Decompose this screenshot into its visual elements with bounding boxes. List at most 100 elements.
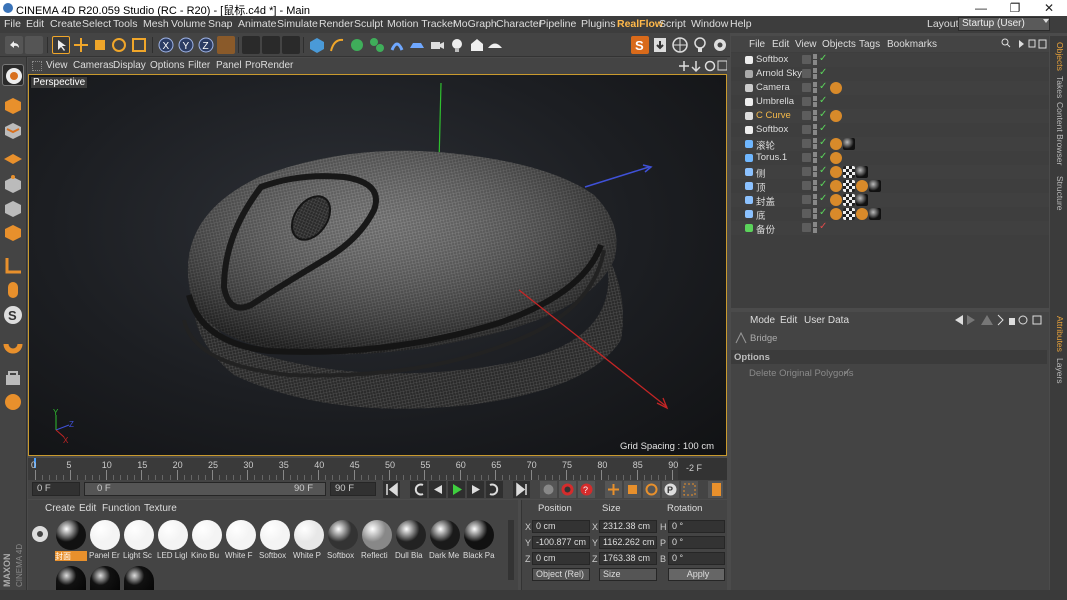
rotation-field-p[interactable]: 0 ° — [668, 536, 725, 549]
start-frame-field[interactable]: 0 F — [32, 482, 80, 496]
floor-icon[interactable] — [408, 36, 426, 54]
globe-icon[interactable] — [671, 36, 689, 54]
menu-help[interactable]: Help — [730, 18, 752, 30]
enabled-check-icon[interactable]: ✓ — [819, 165, 827, 176]
light-icon[interactable] — [448, 36, 466, 54]
material-swatch[interactable]: Dull Bla — [395, 520, 427, 560]
object-row[interactable]: Umbrella ✓ — [731, 95, 1049, 109]
size-field-z[interactable]: 1763.38 cm — [599, 552, 657, 565]
magnet-icon[interactable] — [2, 336, 24, 358]
menu-snap[interactable]: Snap — [208, 18, 233, 30]
object-tag-icon[interactable] — [830, 166, 842, 178]
3d-viewport[interactable]: Y Z X Perspective Grid Spacing : 100 cm — [28, 74, 727, 456]
visibility-dots-icon[interactable] — [813, 180, 817, 191]
viewport-nav-icons[interactable] — [679, 59, 727, 73]
viewport-menu-panel[interactable]: Panel — [216, 60, 242, 71]
object-tag-icon[interactable] — [830, 180, 842, 192]
visibility-dots-icon[interactable] — [813, 82, 817, 93]
size-field-y[interactable]: 1162.262 cm — [599, 536, 657, 549]
visibility-dots-icon[interactable] — [813, 68, 817, 79]
substance-s-icon[interactable]: S — [631, 36, 649, 54]
download-icon[interactable] — [651, 36, 669, 54]
right-tab-content-browser[interactable]: Content Browser — [1052, 102, 1065, 165]
lock-grid-icon[interactable] — [2, 367, 24, 389]
material-swatch[interactable] — [124, 566, 154, 590]
rotation-field-h[interactable]: 0 ° — [668, 520, 725, 533]
layer-checkbox-icon[interactable] — [802, 139, 811, 148]
object-tag-icon[interactable] — [843, 208, 855, 220]
layer-checkbox-icon[interactable] — [802, 83, 811, 92]
model-mode-icon[interactable] — [2, 95, 24, 117]
viewport-menu-filter[interactable]: Filter — [188, 60, 210, 71]
render-picture-viewer-icon[interactable] — [262, 36, 280, 54]
bulb-icon[interactable] — [691, 36, 709, 54]
object-row[interactable]: 顶 ✓ — [731, 179, 1049, 194]
object-name[interactable]: Arnold Sky — [756, 68, 802, 79]
scene-object-icon[interactable] — [468, 36, 486, 54]
axis-mode-icon[interactable] — [2, 255, 24, 277]
edges-mode-icon[interactable] — [2, 198, 24, 220]
attribute-nav-icons[interactable] — [953, 314, 1047, 326]
options-section-header[interactable]: Options — [731, 350, 1047, 364]
object-name[interactable]: Umbrella — [756, 96, 794, 107]
object-name[interactable]: Camera — [756, 82, 790, 93]
material-swatch[interactable]: White P — [293, 520, 325, 560]
object-name[interactable]: 底 — [756, 208, 766, 222]
menu-character[interactable]: Character — [496, 18, 542, 30]
object-name[interactable]: 封盖 — [756, 194, 775, 208]
viewport-menu-options[interactable]: Options — [150, 60, 184, 71]
enabled-check-icon[interactable]: ✓ — [819, 207, 827, 218]
visibility-dots-icon[interactable] — [813, 152, 817, 163]
viewport-menu-view[interactable]: View — [46, 60, 68, 71]
gear-icon[interactable] — [711, 36, 729, 54]
right-tab-structure[interactable]: Structure — [1052, 176, 1065, 211]
material-swatch[interactable] — [56, 566, 86, 590]
object-row[interactable]: 滚轮 ✓ — [731, 137, 1049, 152]
enabled-check-icon[interactable]: ✓ — [819, 221, 827, 232]
menu-realflow[interactable]: RealFlow — [617, 18, 663, 30]
visibility-dots-icon[interactable] — [813, 194, 817, 205]
scale-icon[interactable] — [91, 36, 109, 54]
position-field-y[interactable]: -100.877 cm — [532, 536, 590, 549]
attribute-menu-user-data[interactable]: User Data — [804, 315, 849, 326]
timeline-ruler[interactable]: -2 F 0 5 10 15 20 25 30 35 40 45 50 55 60 65 70 75 80 85 9… — [28, 458, 727, 480]
layer-checkbox-icon[interactable] — [802, 69, 811, 78]
material-swatch[interactable]: Reflecti — [361, 520, 393, 560]
enabled-check-icon[interactable]: ✓ — [819, 123, 827, 134]
render-view-icon[interactable] — [242, 36, 260, 54]
material-swatch[interactable]: 封面 — [55, 520, 87, 561]
object-name[interactable]: Softbox — [756, 54, 788, 65]
deformer-icon[interactable] — [388, 36, 406, 54]
cloner-icon[interactable] — [368, 36, 386, 54]
right-tab-attributes[interactable]: Attributes — [1052, 316, 1065, 352]
object-tag-icon[interactable] — [830, 194, 842, 206]
layer-checkbox-icon[interactable] — [802, 97, 811, 106]
delete-original-polygons-checkbox[interactable]: ✓ — [843, 367, 851, 378]
apply-button[interactable]: Apply — [668, 568, 725, 581]
object-tag-icon[interactable] — [830, 82, 842, 94]
object-row[interactable]: Torus.1 ✓ — [731, 151, 1049, 165]
object-tag-icon[interactable] — [856, 166, 868, 178]
object-tag-icon[interactable] — [856, 194, 868, 206]
object-row[interactable]: 封盖 ✓ — [731, 193, 1049, 208]
menu-mograph[interactable]: MoGraph — [453, 18, 497, 30]
object-row[interactable]: Softbox ✓ — [731, 53, 1049, 67]
visibility-dots-icon[interactable] — [813, 138, 817, 149]
subdivision-surface-icon[interactable] — [348, 36, 366, 54]
object-tag-icon[interactable] — [830, 138, 842, 150]
object-menu-file[interactable]: File — [749, 39, 765, 50]
coordinate-system-icon[interactable] — [217, 36, 235, 54]
menu-create[interactable]: Create — [50, 18, 82, 30]
attribute-menu-edit[interactable]: Edit — [780, 315, 797, 326]
layer-checkbox-icon[interactable] — [802, 181, 811, 190]
material-swatch[interactable]: Panel Er — [89, 520, 121, 560]
make-editable-icon[interactable] — [2, 64, 24, 86]
object-tag-icon[interactable] — [856, 180, 868, 192]
menu-mesh[interactable]: Mesh — [143, 18, 169, 30]
enabled-check-icon[interactable]: ✓ — [819, 193, 827, 204]
right-tab-takes[interactable]: Takes — [1052, 76, 1065, 98]
spline-pen-icon[interactable] — [328, 36, 346, 54]
visibility-dots-icon[interactable] — [813, 208, 817, 219]
material-swatch[interactable]: LED Ligl — [157, 520, 189, 560]
environment-icon[interactable] — [486, 36, 504, 54]
